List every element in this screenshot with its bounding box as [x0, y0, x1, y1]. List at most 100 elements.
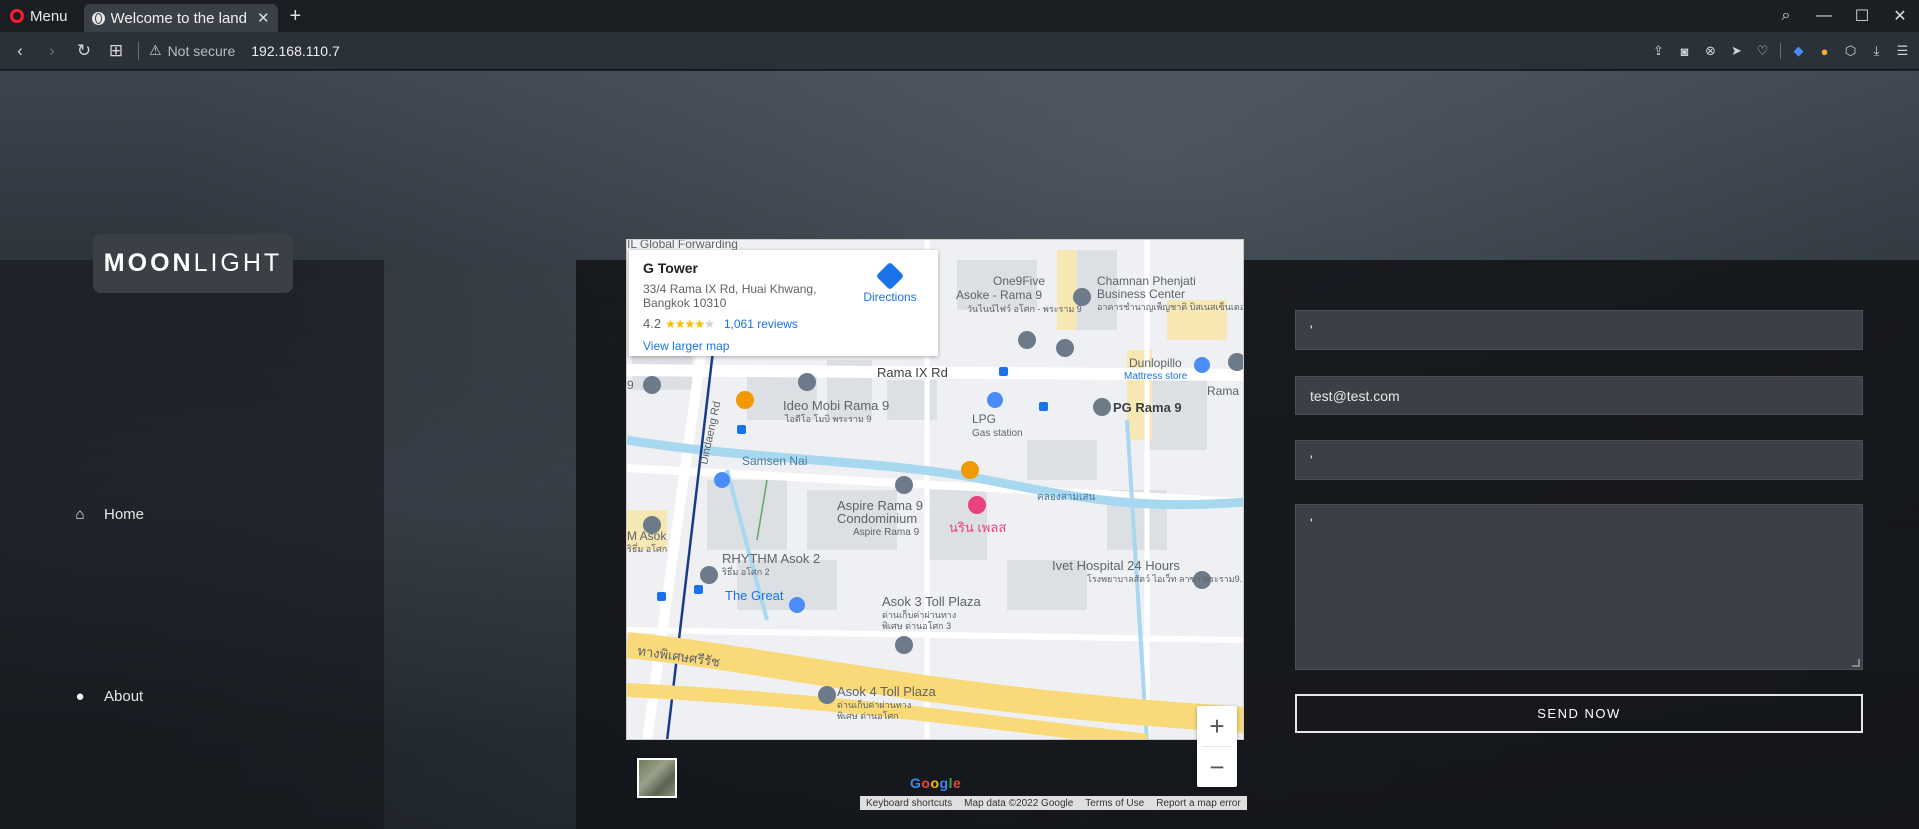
reload-button[interactable]: ↻ — [68, 41, 100, 61]
map-label-condo: Condominium — [837, 511, 917, 526]
nav-home[interactable]: ⌂ Home — [70, 506, 144, 523]
subject-input[interactable]: ' — [1295, 440, 1863, 480]
map-label-chamnan-th: อาคารชำนาญเพ็ญชาติ บิสเนสเซ็นเตอร์ — [1097, 300, 1244, 312]
map-label-pg: PG Rama 9 — [1113, 400, 1182, 415]
send-now-button[interactable]: SEND NOW — [1295, 694, 1863, 733]
brand-light: LIGHT — [193, 249, 283, 277]
globe-icon — [91, 11, 105, 25]
zoom-controls: + − — [1197, 706, 1237, 787]
map-label-asoke: Asoke - Rama 9 — [956, 288, 1042, 302]
map-label-num9: 9 — [627, 378, 634, 392]
camera-icon[interactable]: ◙ — [1676, 43, 1693, 60]
map-label-masok: M Asok — [627, 529, 667, 543]
warning-icon[interactable]: ⚠ — [149, 42, 162, 59]
search-tabs-icon[interactable]: ⌕ — [1767, 7, 1805, 25]
extension-divider — [1780, 43, 1781, 59]
resize-handle[interactable] — [1852, 659, 1860, 667]
cube-icon[interactable]: ⬡ — [1842, 43, 1859, 60]
map-label-asok3: Asok 3 Toll Plaza — [882, 594, 982, 609]
heart-icon[interactable]: ♡ — [1754, 43, 1771, 60]
user-icon: ● — [75, 688, 85, 705]
map-data-label: Map data ©2022 Google — [964, 797, 1074, 809]
email-input[interactable]: test@test.com — [1295, 376, 1863, 415]
close-tab-icon[interactable]: ✕ — [257, 9, 270, 27]
reviews-link[interactable]: 1,061 reviews — [724, 317, 798, 331]
brand-bold: MOON — [103, 249, 194, 277]
opera-menu-button[interactable]: Menu — [0, 0, 78, 32]
adblock-icon[interactable]: ⊗ — [1702, 43, 1719, 60]
map-footer: Keyboard shortcuts Map data ©2022 Google… — [860, 796, 1247, 810]
site-logo[interactable]: MOON LIGHT — [93, 234, 293, 293]
map-label-business: Business Center — [1097, 287, 1185, 301]
google-logo: Google — [910, 775, 962, 791]
browser-tab-active[interactable]: Welcome to the land ✕ — [83, 4, 278, 32]
map-label-chamnan: Chamnan Phenjati — [1097, 274, 1196, 288]
map-label-ideo: Ideo Mobi Rama 9 — [783, 398, 889, 413]
new-tab-button[interactable]: + — [290, 5, 302, 28]
map-label-samsen: Samsen Nai — [742, 454, 807, 468]
close-window-button[interactable]: ✕ — [1881, 6, 1919, 26]
easy-setup-icon[interactable]: ☰ — [1894, 43, 1911, 60]
maximize-button[interactable]: ☐ — [1843, 6, 1881, 26]
url-field[interactable]: 192.168.110.7 — [251, 43, 340, 59]
map-label-asok3-th2: พิเศษ ด่านอโศก 3 — [882, 621, 951, 631]
directions-label: Directions — [863, 290, 917, 304]
map-label-great: The Great — [725, 588, 784, 603]
forward-button[interactable]: › — [36, 41, 68, 61]
view-larger-map-link[interactable]: View larger map — [643, 339, 924, 353]
menu-label: Menu — [30, 7, 68, 25]
place-address: 33/4 Rama IX Rd, Huai Khwang, Bangkok 10… — [643, 282, 817, 310]
tab-grid-icon[interactable]: ⊞ — [100, 41, 132, 61]
zoom-in-button[interactable]: + — [1197, 706, 1237, 746]
map-label-masok-th: ริธึ่ม อโศก — [627, 542, 667, 554]
message-value: ' — [1310, 515, 1313, 531]
map-label-one9five: One9Five — [993, 274, 1045, 288]
address-divider — [138, 41, 139, 60]
directions-button[interactable]: Directions — [860, 261, 920, 304]
map-label-narin: นริน เพลส — [949, 520, 1006, 535]
map-label-klong: คลองสามเสน — [1037, 492, 1096, 503]
nav-about-label: About — [104, 688, 144, 705]
nav-about[interactable]: ● About — [70, 688, 143, 705]
cookie-icon[interactable]: ● — [1816, 43, 1833, 60]
report-error-link[interactable]: Report a map error — [1150, 798, 1246, 809]
map-label-mattress: Mattress store — [1124, 371, 1188, 382]
map-label-aspire-sub: Aspire Rama 9 — [853, 527, 920, 538]
home-icon: ⌂ — [75, 506, 85, 523]
map-label-dunlopillo: Dunlopillo — [1129, 356, 1182, 370]
satellite-toggle[interactable] — [637, 758, 677, 798]
back-button[interactable]: ‹ — [4, 41, 36, 61]
send-icon[interactable]: ➤ — [1728, 43, 1745, 60]
rating-row: 4.2 ★★★★★ 1,061 reviews — [643, 316, 924, 331]
browser-tab-bar: Menu Welcome to the land ✕ + ⌕ — ☐ ✕ — [0, 0, 1919, 32]
map-label-ivet-th: โรงพยาบาลสัตว์ ไอเว็ท ลาซา พระราม9... — [1087, 572, 1244, 584]
keyboard-shortcuts-link[interactable]: Keyboard shortcuts — [860, 798, 958, 809]
map-label-gas: Gas station — [972, 428, 1023, 439]
map-label-asok4: Asok 4 Toll Plaza — [837, 684, 937, 699]
map-label-ivet: Ivet Hospital 24 Hours — [1052, 558, 1180, 573]
place-info-card: G Tower 33/4 Rama IX Rd, Huai Khwang, Ba… — [629, 250, 938, 356]
directions-icon — [875, 261, 905, 291]
map-label-rama: Rama — [1207, 384, 1239, 398]
name-input[interactable]: ' — [1295, 310, 1863, 350]
map-label-lpg: LPG — [972, 412, 996, 426]
minimize-button[interactable]: — — [1805, 7, 1843, 25]
map-label-asok4-th1: ด่านเก็บค่าผ่านทาง — [837, 698, 911, 710]
address-bar: ‹ › ↻ ⊞ ⚠ Not secure 192.168.110.7 ⇪ ◙ ⊗… — [0, 32, 1919, 70]
extension-blue-icon[interactable]: ◆ — [1790, 43, 1807, 60]
map-label-rama9rd: Rama IX Rd — [877, 365, 948, 380]
nav-home-label: Home — [104, 506, 145, 523]
terms-link[interactable]: Terms of Use — [1079, 798, 1150, 809]
map-label-rhythm-th: ริธึ่ม อโศก 2 — [722, 565, 770, 577]
map-label-asoke-th: วันไนน์ไฟว์ อโศก - พระราม 9 — [967, 303, 1082, 314]
download-icon[interactable]: ⤓ — [1868, 43, 1885, 60]
share-icon[interactable]: ⇪ — [1650, 43, 1667, 60]
security-status[interactable]: Not secure — [168, 43, 236, 59]
zoom-out-button[interactable]: − — [1197, 747, 1237, 787]
window-controls: ⌕ — ☐ ✕ — [1767, 0, 1919, 32]
map-label-asok4-th2: พิเศษ ด่านอโศก — [837, 711, 899, 721]
map-label-ideo-th: ไอดีโอ โมบิ พระราม 9 — [784, 414, 871, 424]
rating-stars: ★★★★★ — [665, 316, 715, 331]
message-textarea[interactable]: ' — [1295, 504, 1863, 670]
tab-title: Welcome to the land — [110, 9, 247, 27]
